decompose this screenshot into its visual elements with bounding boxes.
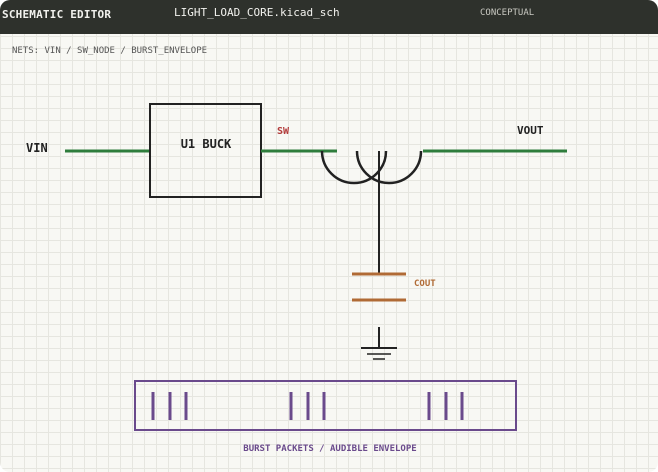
schematic-editor-window: SCHEMATIC EDITOR LIGHT_LOAD_CORE.kicad_s… [0, 0, 658, 472]
ground-icon [361, 347, 397, 360]
vin-label: VIN [26, 141, 48, 155]
burst-label: BURST PACKETS / AUDIBLE ENVELOPE [243, 444, 416, 454]
buck-label: U1 BUCK [181, 137, 232, 151]
cout-label: COUT [414, 279, 436, 289]
burst-packet-1 [151, 392, 188, 420]
inductor-coil-left[interactable] [320, 150, 388, 185]
vout-label: VOUT [517, 124, 544, 137]
schematic-canvas[interactable]: VIN U1 BUCK SW VOUT COUT BURST PACKETS /… [0, 0, 658, 472]
burst-packet-3 [427, 392, 464, 420]
sw-label: SW [277, 126, 290, 137]
burst-packet-2 [289, 392, 326, 420]
inductor-coil-right[interactable] [355, 150, 423, 185]
